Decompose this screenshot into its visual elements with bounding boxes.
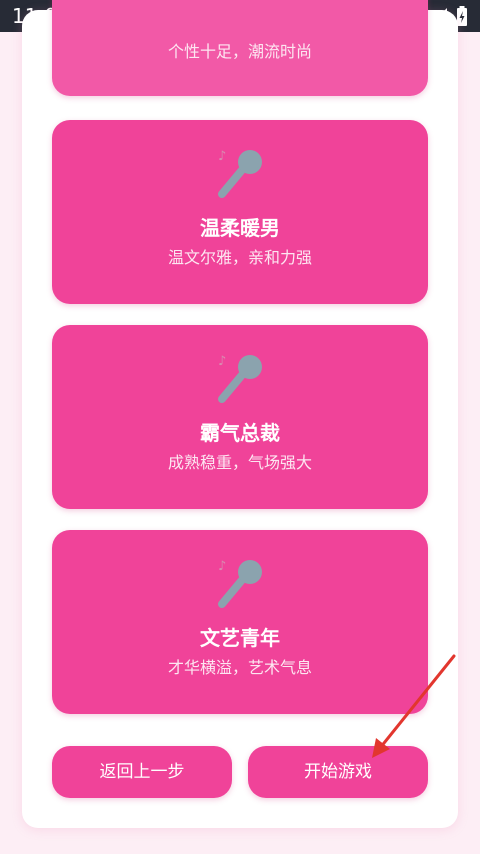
- role-card-title: 温柔暖男: [200, 216, 280, 240]
- role-card-trendy[interactable]: 个性十足，潮流时尚: [52, 0, 428, 96]
- svg-text:♪: ♪: [218, 149, 226, 164]
- role-card-title: 霸气总裁: [200, 421, 280, 445]
- role-card-boss[interactable]: ♪ 霸气总裁 成熟稳重，气场强大: [52, 325, 428, 509]
- microphone-icon: ♪: [218, 354, 262, 403]
- microphone-icon: ♪: [218, 149, 262, 198]
- svg-text:♪: ♪: [218, 354, 226, 369]
- role-card-subtitle: 个性十足，潮流时尚: [167, 42, 312, 61]
- role-card-title: 文艺青年: [200, 626, 280, 650]
- role-card-subtitle: 温文尔雅，亲和力强: [167, 248, 312, 267]
- role-card-gentle[interactable]: ♪ 温柔暖男 温文尔雅，亲和力强: [52, 120, 428, 304]
- back-button[interactable]: 返回上一步: [52, 746, 232, 798]
- role-card-subtitle: 成熟稳重，气场强大: [167, 453, 312, 472]
- svg-text:♪: ♪: [218, 559, 226, 574]
- pointer-arrow-icon: [372, 654, 456, 758]
- microphone-icon: ♪: [218, 559, 262, 608]
